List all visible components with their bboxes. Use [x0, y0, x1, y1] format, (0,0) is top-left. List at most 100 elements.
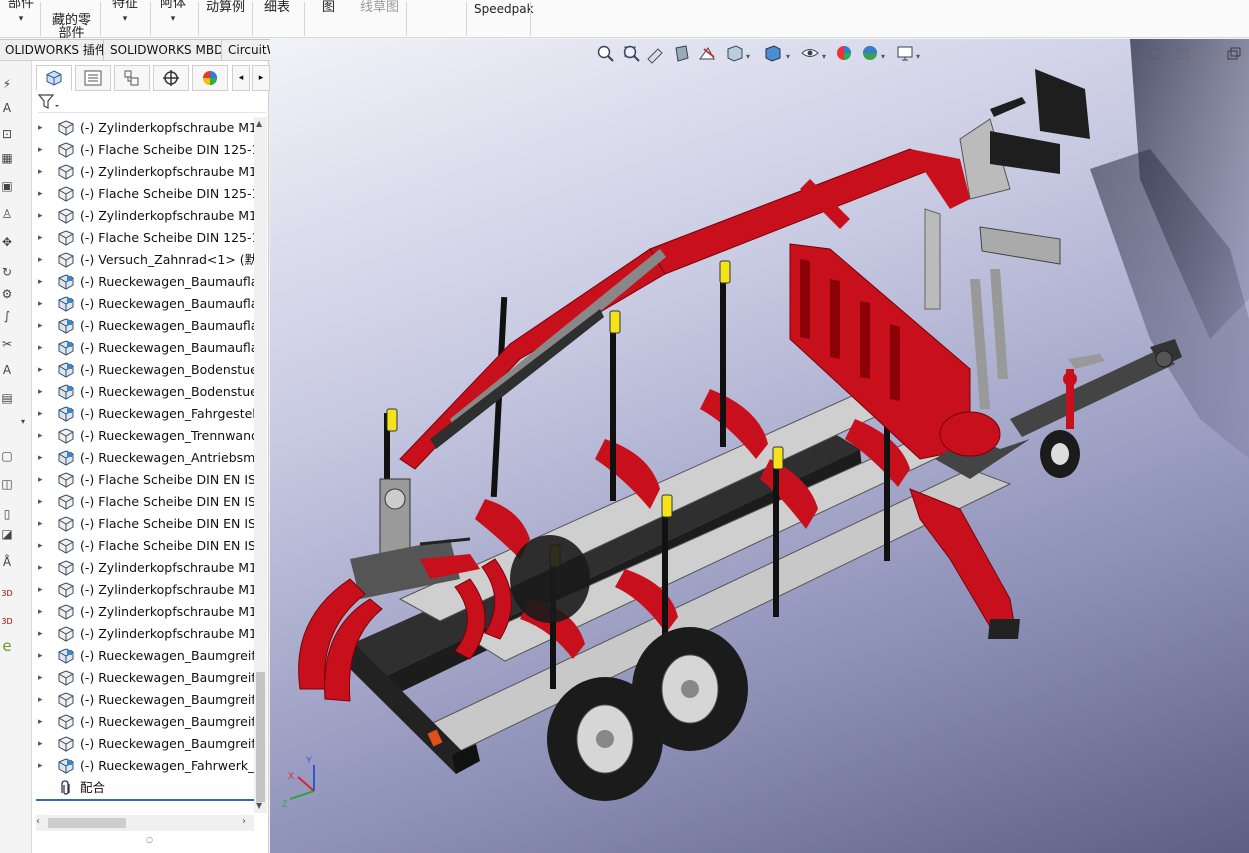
tab-scroll-left[interactable]: ◂	[232, 65, 250, 91]
expand-arrow-icon[interactable]: ▸	[38, 425, 43, 447]
move-icon[interactable]: ✥	[0, 235, 14, 249]
tree-item[interactable]: ▸ (-) Rueckewagen_Baumauflage	[32, 271, 254, 293]
tree-item[interactable]: ▸ (-) Rueckewagen_Baumgreifer	[32, 689, 254, 711]
cube-icon[interactable]: ◫	[0, 477, 14, 491]
expand-arrow-icon[interactable]: ▸	[38, 535, 43, 557]
rotate-icon[interactable]: ↻	[0, 265, 14, 279]
tree-item[interactable]: ▸ (-) Rueckewagen_Fahrwerk_St	[32, 755, 254, 777]
expand-arrow-icon[interactable]: ▸	[38, 315, 43, 337]
scroll-right-icon[interactable]: ›	[242, 816, 246, 827]
tree-item[interactable]: ▸ (-) Rueckewagen_Baumauflage	[32, 293, 254, 315]
tree-item[interactable]: ▸ (-) Rueckewagen_Baumgreifer	[32, 645, 254, 667]
person-icon[interactable]: ♙	[0, 207, 14, 221]
expand-arrow-icon[interactable]: ▸	[38, 491, 43, 513]
tree-item[interactable]: ▸ (-) Flache Scheibe DIN EN ISC	[32, 513, 254, 535]
ribbon-item-explode-line-sketch[interactable]: 线草图	[360, 1, 399, 14]
tree-rollback-bar[interactable]	[36, 799, 254, 801]
expand-arrow-icon[interactable]: ▸	[38, 733, 43, 755]
expand-arrow-icon[interactable]: ▸	[38, 161, 43, 183]
expand-arrow-icon[interactable]: ▸	[38, 623, 43, 645]
tree-item[interactable]: ▸ (-) Rueckewagen_Bodenstuetz	[32, 381, 254, 403]
tree-item[interactable]: ▸ (-) Flache Scheibe DIN EN ISC	[32, 491, 254, 513]
lock-icon[interactable]: ⊡	[0, 127, 14, 141]
tree-item[interactable]: ▸ (-) Flache Scheibe DIN 125-1 -	[32, 139, 254, 161]
gear-icon[interactable]: ⚙	[0, 287, 14, 301]
tree-item[interactable]: ▸ (-) Zylinderkopfschraube M10	[32, 557, 254, 579]
expand-arrow-icon[interactable]: ▸	[38, 667, 43, 689]
grid-icon[interactable]: ▦	[0, 151, 14, 165]
tree-item[interactable]: ▸ (-) Rueckewagen_Baumauflage	[32, 337, 254, 359]
pattern-icon[interactable]: ▤	[0, 391, 14, 405]
ribbon-item-snapshot[interactable]: 阿体 ▾	[160, 0, 186, 26]
tree-horizontal-scroll-thumb[interactable]	[48, 818, 126, 828]
chevron-down-icon[interactable]: ▾	[16, 415, 30, 429]
tab-dimxpert-manager[interactable]	[153, 65, 189, 91]
scroll-down-icon[interactable]: ▼	[256, 801, 262, 810]
expand-arrow-icon[interactable]: ▸	[38, 711, 43, 733]
panel-grip-icon[interactable]: ○	[146, 835, 153, 844]
expand-arrow-icon[interactable]: ▸	[38, 469, 43, 491]
tree-item[interactable]: ▸ (-) Zylinderkopfschraube M16	[32, 205, 254, 227]
expand-arrow-icon[interactable]: ▸	[38, 513, 43, 535]
e-drawings-icon[interactable]: e	[0, 639, 14, 654]
tree-item[interactable]: ▸ (-) Versuch_Zahnrad<1> (默认	[32, 249, 254, 271]
smart-fastener-icon[interactable]: ⚡	[0, 77, 14, 91]
expand-arrow-icon[interactable]: ▸	[38, 645, 43, 667]
expand-arrow-icon[interactable]: ▸	[38, 249, 43, 271]
tree-vertical-scrollbar[interactable]: ▲ ▼	[254, 117, 267, 813]
text-icon[interactable]: A	[0, 101, 14, 115]
tab-scroll-right[interactable]: ▸	[252, 65, 270, 91]
ribbon-item-assembly-component[interactable]: 部件 ▾	[8, 0, 34, 26]
expand-arrow-icon[interactable]: ▸	[38, 139, 43, 161]
scissors-icon[interactable]: ✂	[0, 337, 14, 351]
tree-item[interactable]: ▸ (-) Rueckewagen_Baumgreifer	[32, 711, 254, 733]
tree-item[interactable]: ▸ (-) Zylinderkopfschraube M16	[32, 117, 254, 139]
expand-arrow-icon[interactable]: ▸	[38, 293, 43, 315]
ribbon-item-bill-of-materials[interactable]: 细表	[264, 1, 290, 14]
tab-display-manager[interactable]	[192, 65, 228, 91]
expand-arrow-icon[interactable]: ▸	[38, 381, 43, 403]
ribbon-item-speedpak[interactable]: Speedpak	[474, 3, 534, 16]
3d-view-alt-icon[interactable]: 3D	[0, 615, 14, 629]
expand-arrow-icon[interactable]: ▸	[38, 403, 43, 425]
expand-arrow-icon[interactable]: ▸	[38, 557, 43, 579]
model-graphics[interactable]: Y X Z	[270, 39, 1249, 853]
tab-solidworks-mbd[interactable]: SOLIDWORKS MBD	[103, 39, 231, 60]
expand-arrow-icon[interactable]: ▸	[38, 271, 43, 293]
curve-icon[interactable]: ∫	[0, 309, 14, 323]
tab-solidworks-addins[interactable]: OLIDWORKS 插件	[0, 39, 114, 60]
expand-arrow-icon[interactable]: ▸	[38, 601, 43, 623]
table-icon[interactable]: ▣	[0, 179, 14, 193]
tree-item[interactable]: ▸ (-) Zylinderkopfschraube M10	[32, 623, 254, 645]
expand-arrow-icon[interactable]: ▸	[38, 359, 43, 381]
expand-arrow-icon[interactable]: ▸	[38, 205, 43, 227]
3d-view-icon[interactable]: 3D	[0, 587, 14, 601]
tree-item[interactable]: ▸ (-) Flache Scheibe DIN EN ISC	[32, 469, 254, 491]
tree-item[interactable]: ▸ (-) Zylinderkopfschraube M16	[32, 161, 254, 183]
tree-item[interactable]: ▸ (-) Flache Scheibe DIN EN ISC	[32, 535, 254, 557]
tree-item[interactable]: ▸ (-) Rueckewagen_Trennwand<	[32, 425, 254, 447]
scroll-up-icon[interactable]: ▲	[256, 119, 262, 128]
expand-arrow-icon[interactable]: ▸	[38, 183, 43, 205]
expand-arrow-icon[interactable]: ▸	[38, 579, 43, 601]
text-a-icon[interactable]: A	[0, 363, 14, 377]
ribbon-item-motion-study[interactable]: 动算例	[206, 1, 245, 14]
tree-item[interactable]: ▸ (-) Flache Scheibe DIN 125-1 -	[32, 227, 254, 249]
tree-item[interactable]: ▸ (-) Flache Scheibe DIN 125-1 -	[32, 183, 254, 205]
tree-item[interactable]: ▸ (-) Rueckewagen_Bodenstuetz	[32, 359, 254, 381]
rivet-icon[interactable]: ▯	[0, 507, 14, 521]
expand-arrow-icon[interactable]: ▸	[38, 117, 43, 139]
scroll-left-icon[interactable]: ‹	[36, 816, 40, 827]
expand-arrow-icon[interactable]: ▸	[38, 447, 43, 469]
tree-horizontal-scrollbar[interactable]: ‹ ›	[36, 815, 254, 831]
tree-item-mates[interactable]: 配合	[32, 777, 254, 799]
tab-property-manager[interactable]	[75, 65, 111, 91]
tree-item[interactable]: ▸ (-) Rueckewagen_Fahrgestell<	[32, 403, 254, 425]
tree-item[interactable]: ▸ (-) Rueckewagen_Baumauflage	[32, 315, 254, 337]
tree-vertical-scroll-thumb[interactable]	[256, 672, 265, 802]
tree-item[interactable]: ▸ (-) Zylinderkopfschraube M10	[32, 601, 254, 623]
expand-arrow-icon[interactable]: ▸	[38, 227, 43, 249]
weld-icon[interactable]: ◪	[0, 527, 14, 541]
ribbon-item-feature[interactable]: 特征 ▾	[112, 0, 138, 26]
expand-arrow-icon[interactable]: ▸	[38, 689, 43, 711]
